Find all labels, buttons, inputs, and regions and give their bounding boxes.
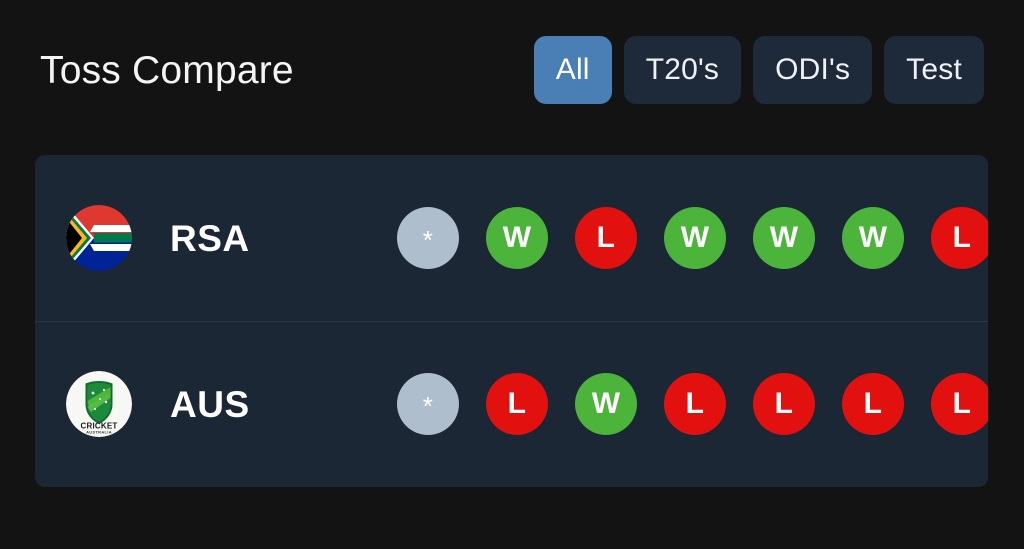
toss-result-badge-win[interactable]: W bbox=[842, 207, 904, 269]
toss-result-badge-win[interactable]: W bbox=[486, 207, 548, 269]
toss-result-badge-win[interactable]: W bbox=[575, 373, 637, 435]
team-row: RSA * W L W W W L bbox=[35, 155, 988, 321]
team-code-label: AUS bbox=[170, 383, 250, 425]
team-identity: CRICKET AUSTRALIA AUS bbox=[35, 371, 390, 437]
team-identity: RSA bbox=[35, 205, 390, 271]
page-title: Toss Compare bbox=[40, 48, 294, 92]
south-africa-flag-icon bbox=[66, 205, 132, 271]
format-filter-group: All T20's ODI's Test bbox=[533, 36, 984, 104]
toss-result-strip: * W L W W W L bbox=[390, 207, 988, 269]
header: Toss Compare All T20's ODI's Test bbox=[0, 0, 1024, 140]
asterisk-icon: * bbox=[422, 225, 434, 255]
filter-button-t20-s[interactable]: T20's bbox=[623, 36, 742, 104]
cricket-australia-logo-icon: CRICKET AUSTRALIA bbox=[66, 371, 132, 437]
toss-result-badge-loss[interactable]: L bbox=[664, 373, 726, 435]
team-code-label: RSA bbox=[170, 217, 250, 259]
filter-button-test[interactable]: Test bbox=[884, 36, 984, 104]
toss-result-badge-none[interactable]: * bbox=[397, 373, 459, 435]
toss-result-badge-loss[interactable]: L bbox=[575, 207, 637, 269]
team-row: CRICKET AUSTRALIA AUS * L W L L L L bbox=[35, 321, 988, 487]
filter-button-odi-s[interactable]: ODI's bbox=[753, 36, 873, 104]
svg-text:AUSTRALIA: AUSTRALIA bbox=[86, 430, 112, 435]
toss-result-badge-loss[interactable]: L bbox=[931, 207, 988, 269]
toss-result-badge-none[interactable]: * bbox=[397, 207, 459, 269]
toss-result-badge-win[interactable]: W bbox=[753, 207, 815, 269]
toss-result-badge-loss[interactable]: L bbox=[486, 373, 548, 435]
toss-result-badge-win[interactable]: W bbox=[664, 207, 726, 269]
asterisk-icon: * bbox=[422, 391, 434, 421]
toss-result-badge-loss[interactable]: L bbox=[931, 373, 988, 435]
toss-result-badge-loss[interactable]: L bbox=[753, 373, 815, 435]
toss-compare-screen: Toss Compare All T20's ODI's Test RSA * W L W W W… bbox=[0, 0, 1024, 549]
toss-result-strip: * L W L L L L bbox=[390, 373, 988, 435]
toss-result-badge-loss[interactable]: L bbox=[842, 373, 904, 435]
filter-button-all[interactable]: All bbox=[533, 36, 612, 104]
toss-compare-card: RSA * W L W W W L CRICKET AUSTRALIA AUS * L W L L L L bbox=[35, 155, 988, 487]
